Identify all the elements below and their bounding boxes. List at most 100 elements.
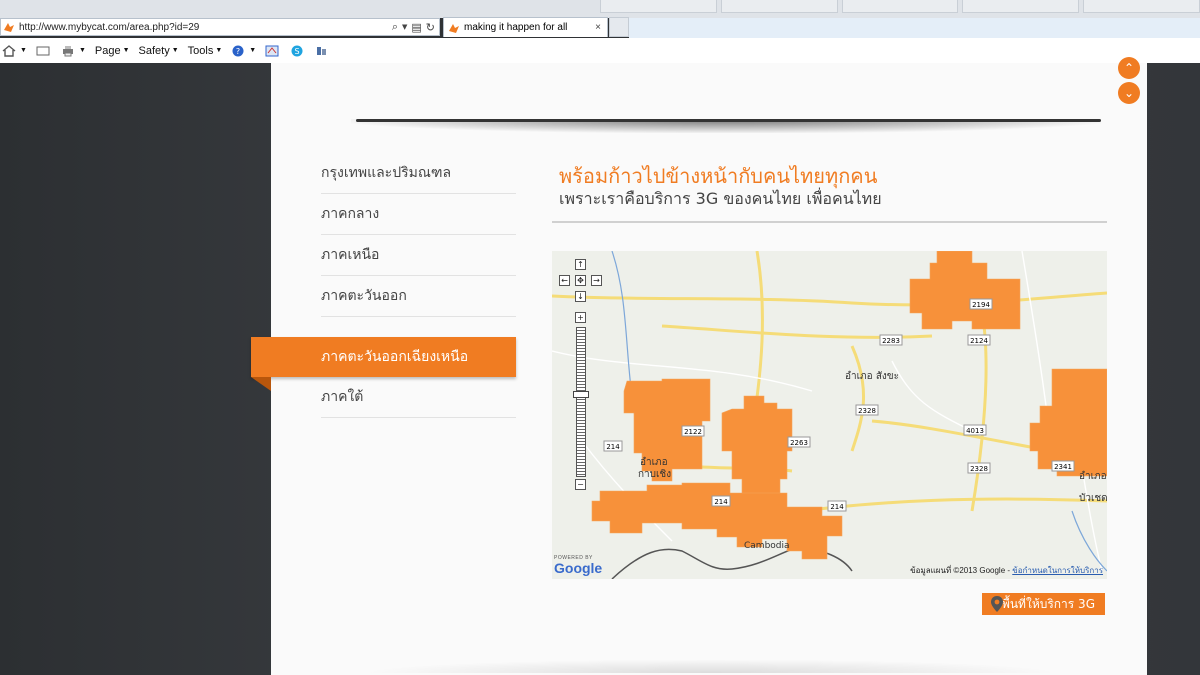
background-tab[interactable] [962,0,1080,13]
place-label: บัวเชด [1079,493,1107,504]
road-shield: 2328 [967,462,991,474]
nav-item-south[interactable]: ภาคใต้ [321,377,516,418]
map-attribution-text: ข้อมูลแผนที่ ©2013 Google - [910,566,1013,575]
road-label: 214 [830,503,844,511]
terms-link[interactable]: ข้อกำหนดในการให้บริการ [1012,566,1103,575]
road-label: 2328 [970,465,988,473]
tab-strip [629,18,1200,38]
nav-item-label: ภาคกลาง [321,206,380,222]
safety-menu-label: Safety [138,44,170,57]
map-pin-icon [991,596,1003,612]
feeds-icon[interactable] [36,45,52,57]
nav-item-label: ภาคใต้ [321,389,364,405]
chevron-down-icon[interactable]: ▼ [402,23,407,31]
nav-item-east[interactable]: ภาคตะวันออก [321,276,516,317]
tools-menu[interactable]: Tools ▼ [188,45,223,57]
header-divider [356,119,1101,122]
search-icon[interactable]: ⌕ [392,20,398,34]
new-tab-button[interactable] [609,17,629,37]
site-favicon-icon [4,23,14,32]
background-tabs [600,0,1200,14]
pan-down-button[interactable]: ↓ [575,291,586,302]
pan-right-button[interactable]: → [591,275,602,286]
road-shield: 214 [827,500,847,512]
skype-icon[interactable]: S [290,45,306,57]
tools-menu-label: Tools [187,44,214,57]
home-icon[interactable]: ▼ [2,44,27,57]
scroll-down-button[interactable]: ⌄ [1118,82,1140,104]
nav-item-label: ภาคตะวันออกเฉียงเหนือ [321,349,469,365]
print-icon[interactable]: ▼ [61,45,86,57]
road-label: 2124 [970,337,988,345]
page-subheadline: เพราะเราคือบริการ 3G ของคนไทย เพื่อคนไทย [559,189,882,208]
coverage-map[interactable]: 2194 2283 2124 2328 4013 2328 2341 2122 … [552,251,1107,579]
addon-icon[interactable] [315,45,331,57]
road-shield: 2194 [969,298,993,310]
research-icon[interactable] [265,45,281,57]
scroll-up-button[interactable]: ⌃ [1118,57,1140,79]
nav-item-north[interactable]: ภาคเหนือ [321,235,516,276]
road-label: 2263 [790,439,808,447]
pan-center-button[interactable]: ✥ [575,275,586,286]
coverage-legend-label: พื้นที่ให้บริการ 3G [1001,596,1095,611]
zoom-out-button[interactable]: − [575,479,586,490]
road-shield: 214 [711,495,731,507]
background-tab[interactable] [1083,0,1200,13]
map-canvas[interactable]: 2194 2283 2124 2328 4013 2328 2341 2122 … [552,251,1107,579]
road-label: 4013 [966,427,984,435]
zoom-slider[interactable] [576,327,586,477]
road-label: 2328 [858,407,876,415]
footer-shadow [361,659,1061,673]
coverage-area [591,482,843,560]
page-menu[interactable]: Page ▼ [95,45,130,57]
background-tab[interactable] [841,0,959,13]
google-logo-text: Google [554,560,603,576]
safety-menu[interactable]: Safety ▼ [139,45,179,57]
road-shield: 2341 [1051,460,1075,472]
tab-favicon-icon [449,23,459,33]
road-shield: 2124 [967,334,991,346]
coverage-area [1029,368,1107,477]
pan-up-button[interactable]: ↑ [575,259,586,270]
nav-item-bangkok[interactable]: กรุงเทพและปริมณฑล [321,153,516,194]
page-menu-label: Page [94,44,121,57]
title-divider [552,221,1107,223]
background-tab[interactable] [720,0,838,13]
road-label: 2194 [972,301,990,309]
background-tab[interactable] [600,0,717,13]
road-label: 214 [606,443,620,451]
help-icon[interactable]: ? ▼ [231,45,256,57]
road-label: 2341 [1054,463,1072,471]
place-label: อำเภอ [640,457,668,468]
place-label: กาบเชิง [638,469,671,480]
road-shield: 2122 [681,425,705,437]
region-nav: กรุงเทพและปริมณฑล ภาคกลาง ภาคเหนือ ภาคตะ… [251,153,516,418]
road-shield: 2283 [879,334,903,346]
road-label: 2283 [882,337,900,345]
svg-text:S: S [295,47,300,56]
address-bar[interactable]: http://www.mybycat.com/area.php?id=29 ⌕ … [0,18,440,36]
page-background: ⌃ ⌄ กรุงเทพและปริมณฑล ภาคกลาง ภาคเหนือ ภ… [0,57,1200,675]
close-icon[interactable]: × [595,22,601,33]
road-label: 214 [714,498,728,506]
pan-left-button[interactable]: ← [559,275,570,286]
refresh-icon[interactable]: ↻ [426,21,435,34]
road-shield: 2263 [787,436,811,448]
zoom-in-button[interactable]: + [575,312,586,323]
nav-item-northeast[interactable]: ภาคตะวันออกเฉียงเหนือ [251,337,516,391]
nav-item-central[interactable]: ภาคกลาง [321,194,516,235]
map-attribution: ข้อมูลแผนที่ ©2013 Google - ข้อกำหนดในกา… [910,564,1103,577]
coverage-legend-button[interactable]: พื้นที่ให้บริการ 3G [982,593,1105,615]
nav-item-label: ภาคตะวันออก [321,288,407,304]
nav-item-label: ภาคเหนือ [321,247,380,263]
svg-text:?: ? [236,47,240,56]
url-text[interactable]: http://www.mybycat.com/area.php?id=29 [19,22,392,33]
compat-view-icon[interactable]: ▤ [411,21,421,34]
road-shield: 214 [603,440,623,452]
road-shield: 2328 [855,404,879,416]
active-tab[interactable]: making it happen for all × [443,17,608,37]
place-label: Cambodia [744,541,790,551]
place-label: อำเภอ [1079,471,1107,482]
content-sheet: ⌃ ⌄ กรุงเทพและปริมณฑล ภาคกลาง ภาคเหนือ ภ… [251,57,1147,675]
zoom-slider-handle[interactable] [573,391,589,398]
